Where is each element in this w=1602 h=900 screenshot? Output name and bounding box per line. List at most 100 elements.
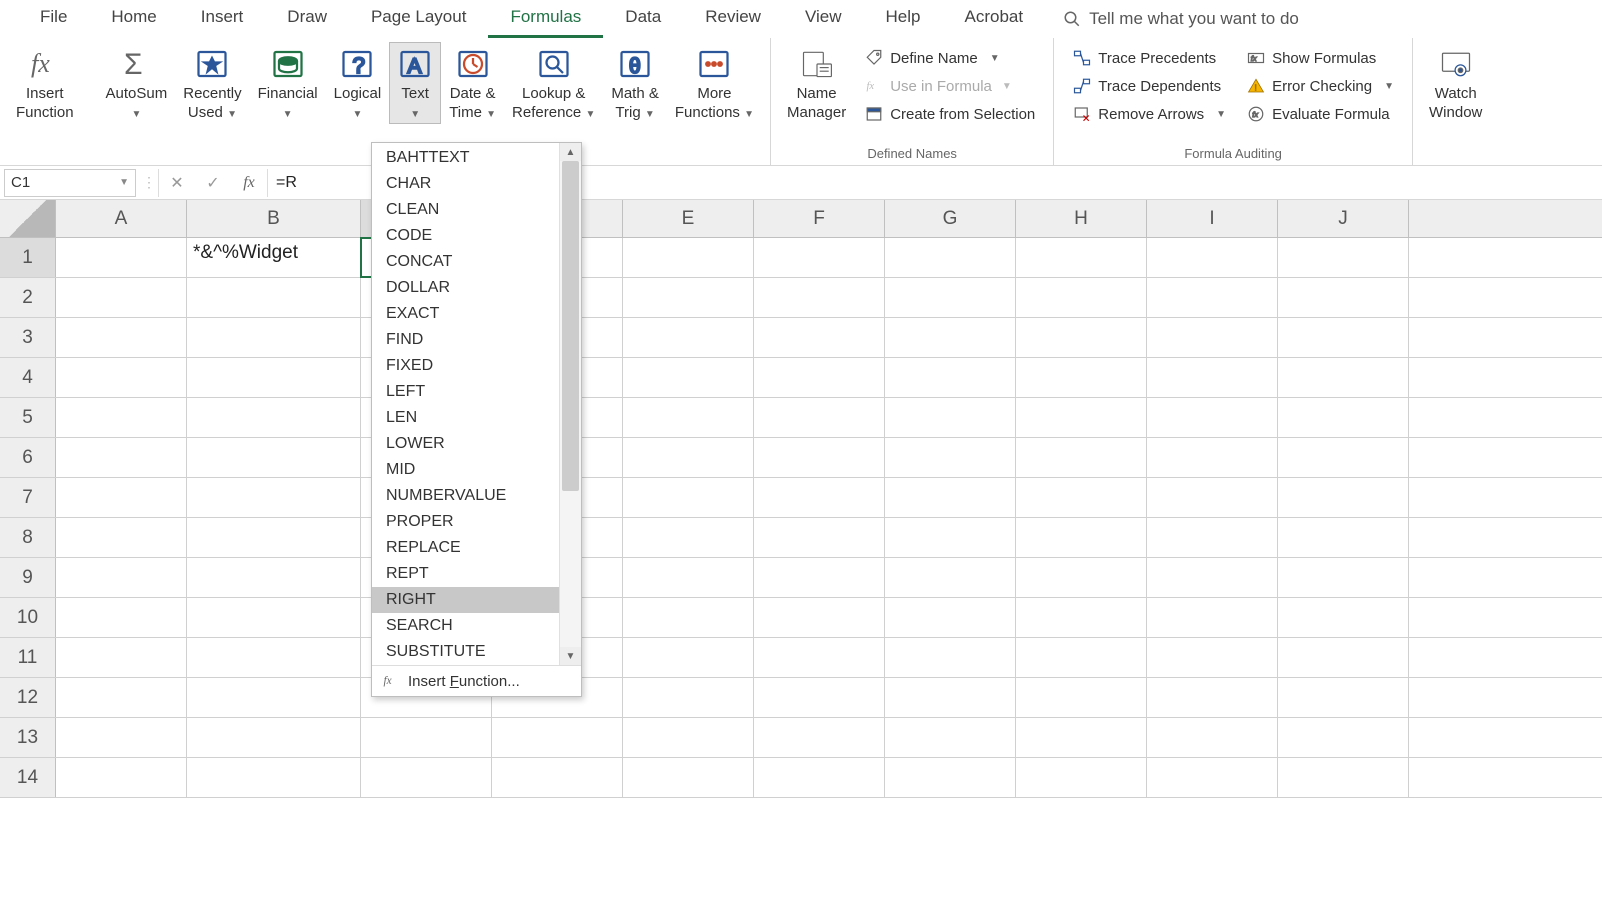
function-item-code[interactable]: CODE <box>372 223 559 249</box>
cell-B13[interactable] <box>187 718 361 757</box>
text-button[interactable]: A Text▼ <box>389 42 441 124</box>
cell-I1[interactable] <box>1147 238 1278 277</box>
cell-I6[interactable] <box>1147 438 1278 477</box>
cell-H1[interactable] <box>1016 238 1147 277</box>
cell-B4[interactable] <box>187 358 361 397</box>
column-header[interactable]: I <box>1147 200 1278 237</box>
more-functions-button[interactable]: More Functions ▼ <box>667 42 762 123</box>
function-item-clean[interactable]: CLEAN <box>372 197 559 223</box>
cell-J2[interactable] <box>1278 278 1409 317</box>
function-item-dollar[interactable]: DOLLAR <box>372 275 559 301</box>
column-header[interactable]: J <box>1278 200 1409 237</box>
tab-pagelayout[interactable]: Page Layout <box>349 1 488 38</box>
tab-formulas[interactable]: Formulas <box>488 1 603 38</box>
cell-F12[interactable] <box>754 678 885 717</box>
cell-H11[interactable] <box>1016 638 1147 677</box>
cell-G7[interactable] <box>885 478 1016 517</box>
define-name-button[interactable]: Define Name ▼ <box>858 44 1041 72</box>
cell-E3[interactable] <box>623 318 754 357</box>
cell-A9[interactable] <box>56 558 187 597</box>
function-item-replace[interactable]: REPLACE <box>372 535 559 561</box>
cell-G12[interactable] <box>885 678 1016 717</box>
evaluate-formula-button[interactable]: fx Evaluate Formula <box>1240 100 1400 128</box>
cell-I2[interactable] <box>1147 278 1278 317</box>
cell-F14[interactable] <box>754 758 885 797</box>
cell-I11[interactable] <box>1147 638 1278 677</box>
cell-F8[interactable] <box>754 518 885 557</box>
cell-J14[interactable] <box>1278 758 1409 797</box>
cell-F5[interactable] <box>754 398 885 437</box>
fx-button[interactable]: fx <box>231 174 267 192</box>
column-header[interactable]: F <box>754 200 885 237</box>
cell-J7[interactable] <box>1278 478 1409 517</box>
cell-H14[interactable] <box>1016 758 1147 797</box>
cell-B10[interactable] <box>187 598 361 637</box>
date-time-button[interactable]: Date & Time ▼ <box>441 42 504 123</box>
tab-help[interactable]: Help <box>864 1 943 38</box>
row-header[interactable]: 1 <box>0 238 56 277</box>
cell-A4[interactable] <box>56 358 187 397</box>
cell-H7[interactable] <box>1016 478 1147 517</box>
function-item-mid[interactable]: MID <box>372 457 559 483</box>
cell-I9[interactable] <box>1147 558 1278 597</box>
row-header[interactable]: 13 <box>0 718 56 757</box>
tab-data[interactable]: Data <box>603 1 683 38</box>
cell-G10[interactable] <box>885 598 1016 637</box>
tab-home[interactable]: Home <box>89 1 178 38</box>
chevron-down-icon[interactable]: ▼ <box>119 177 129 188</box>
financial-button[interactable]: Financial▼ <box>250 42 326 123</box>
name-manager-button[interactable]: Name Manager <box>779 42 854 123</box>
tab-draw[interactable]: Draw <box>265 1 349 38</box>
row-header[interactable]: 11 <box>0 638 56 677</box>
cell-B7[interactable] <box>187 478 361 517</box>
error-checking-button[interactable]: ! Error Checking ▼ <box>1240 72 1400 100</box>
row-header[interactable]: 9 <box>0 558 56 597</box>
function-item-lower[interactable]: LOWER <box>372 431 559 457</box>
cell-F11[interactable] <box>754 638 885 677</box>
row-header[interactable]: 4 <box>0 358 56 397</box>
column-header[interactable]: H <box>1016 200 1147 237</box>
cell-A10[interactable] <box>56 598 187 637</box>
cell-A1[interactable] <box>56 238 187 277</box>
cell-A6[interactable] <box>56 438 187 477</box>
cell-I13[interactable] <box>1147 718 1278 757</box>
cell-A5[interactable] <box>56 398 187 437</box>
cell-F6[interactable] <box>754 438 885 477</box>
cell-I4[interactable] <box>1147 358 1278 397</box>
cell-E1[interactable] <box>623 238 754 277</box>
function-item-right[interactable]: RIGHT <box>372 587 559 613</box>
cell-B3[interactable] <box>187 318 361 357</box>
cancel-formula-button[interactable]: ✕ <box>159 173 195 193</box>
cell-B6[interactable] <box>187 438 361 477</box>
tab-file[interactable]: File <box>18 1 89 38</box>
cell-G5[interactable] <box>885 398 1016 437</box>
cell-B2[interactable] <box>187 278 361 317</box>
autosum-button[interactable]: Σ AutoSum▼ <box>98 42 176 123</box>
function-item-exact[interactable]: EXACT <box>372 301 559 327</box>
cell-H9[interactable] <box>1016 558 1147 597</box>
function-item-search[interactable]: SEARCH <box>372 613 559 639</box>
cell-H3[interactable] <box>1016 318 1147 357</box>
cell-E2[interactable] <box>623 278 754 317</box>
dropdown-scrollbar[interactable]: ▲ ▼ <box>559 143 581 665</box>
scroll-up-arrow[interactable]: ▲ <box>560 143 581 161</box>
cell-J12[interactable] <box>1278 678 1409 717</box>
cell-A8[interactable] <box>56 518 187 557</box>
chevron-down-icon[interactable]: ▼ <box>1216 109 1226 120</box>
cell-H8[interactable] <box>1016 518 1147 557</box>
cell-H13[interactable] <box>1016 718 1147 757</box>
chevron-down-icon[interactable]: ▼ <box>1384 81 1394 92</box>
cell-E10[interactable] <box>623 598 754 637</box>
cell-I5[interactable] <box>1147 398 1278 437</box>
cell-B8[interactable] <box>187 518 361 557</box>
cell-J9[interactable] <box>1278 558 1409 597</box>
cell-E8[interactable] <box>623 518 754 557</box>
insert-function-menu-item[interactable]: fx Insert Function... <box>372 665 581 696</box>
cell-C13[interactable] <box>361 718 492 757</box>
cell-G3[interactable] <box>885 318 1016 357</box>
cell-B5[interactable] <box>187 398 361 437</box>
create-from-selection-button[interactable]: Create from Selection <box>858 100 1041 128</box>
select-all-triangle[interactable] <box>0 200 56 237</box>
cell-B9[interactable] <box>187 558 361 597</box>
accept-formula-button[interactable]: ✓ <box>195 173 231 193</box>
